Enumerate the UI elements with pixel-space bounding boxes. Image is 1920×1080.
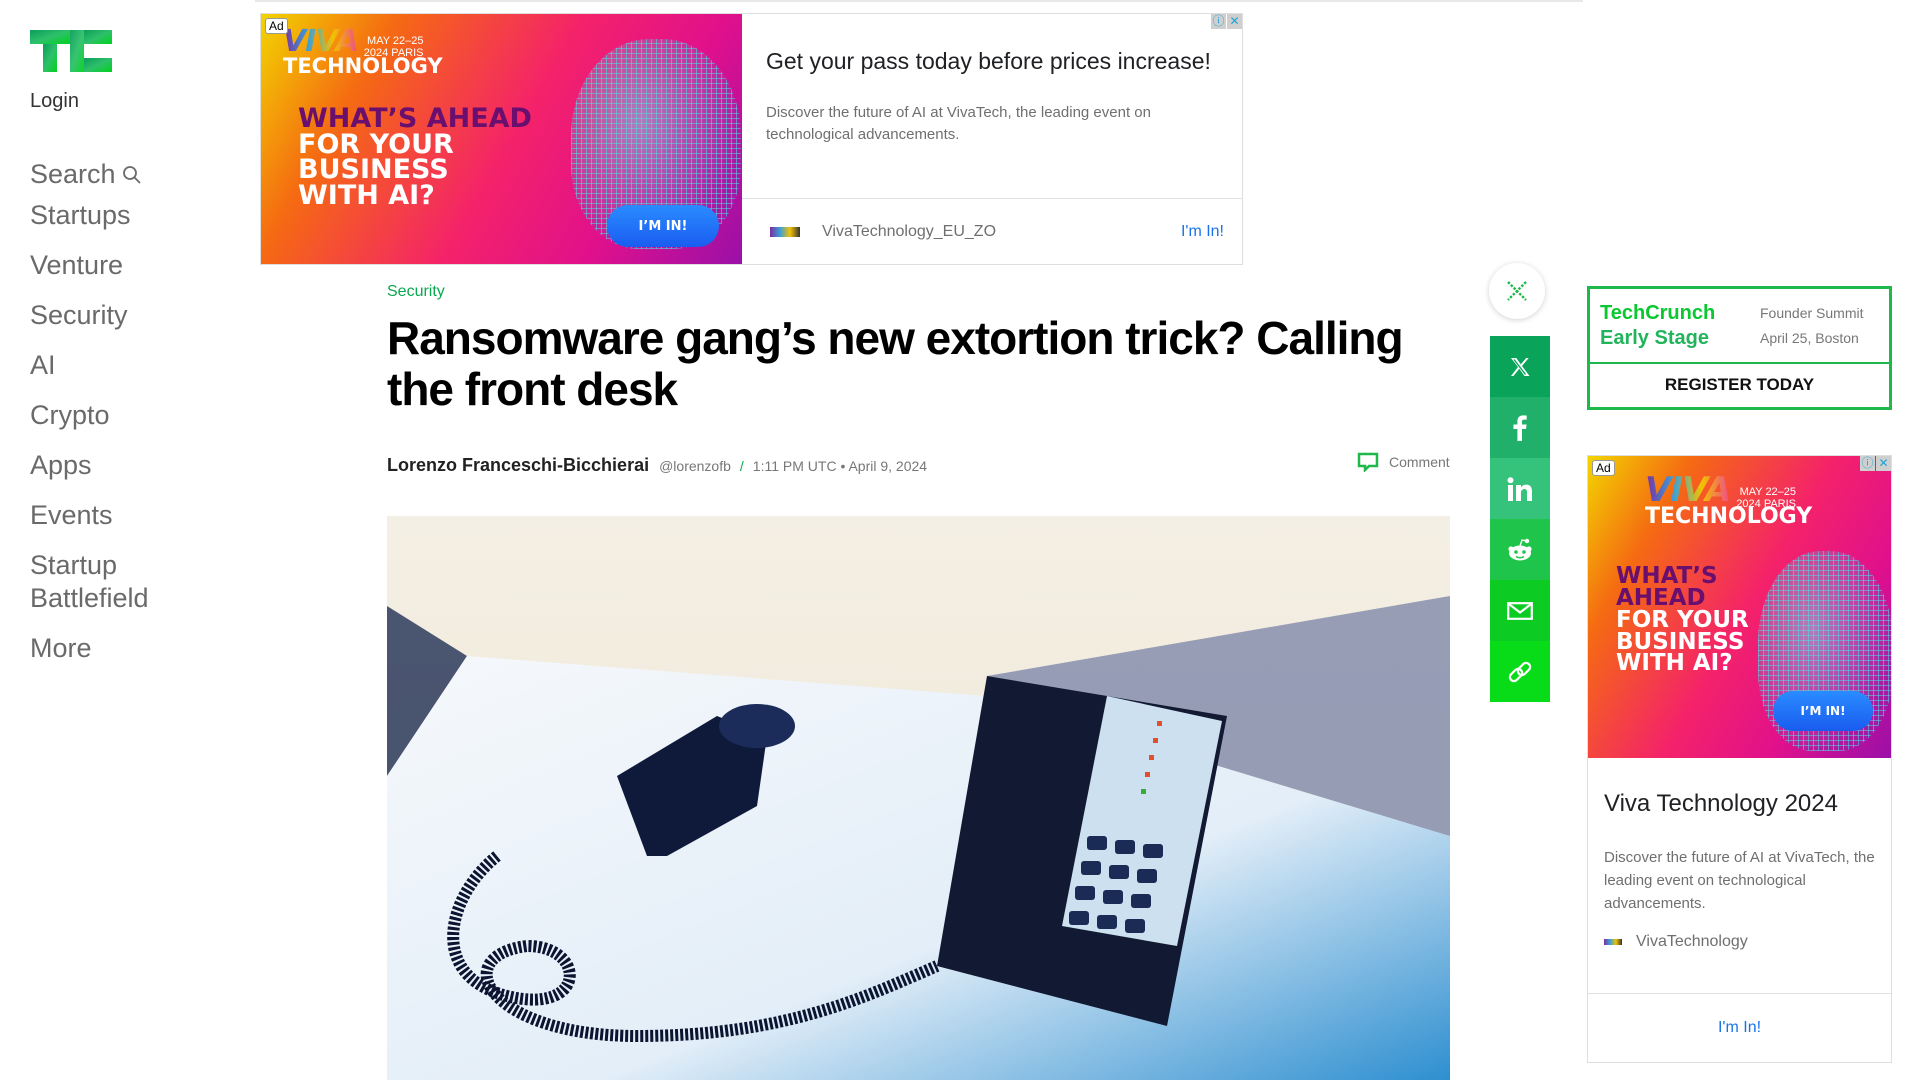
side-ad[interactable]: Ad ⓘ ✕ VIVA MAY 22–25 2024 PARIS TECHNOL…	[1587, 455, 1892, 1063]
ad-creative-headline: WHAT’S AHEAD FOR YOUR BUSINESS WITH AI?	[1616, 565, 1749, 677]
event-name-line: Early Stage	[1600, 327, 1709, 349]
ad-title[interactable]: Viva Technology 2024	[1604, 790, 1875, 818]
share-bar	[1490, 336, 1550, 702]
advertiser-logo	[770, 226, 800, 237]
sidebar-item-more[interactable]: More	[30, 632, 149, 665]
adchoices: ⓘ ✕	[1859, 456, 1891, 471]
viva-dates-line: MAY 22–25	[367, 35, 424, 47]
ad-advertiser-name: VivaTechnology_EU_ZO	[822, 222, 997, 240]
linkedin-icon	[1507, 476, 1532, 501]
techcrunch-logo[interactable]	[30, 30, 112, 72]
sidebar-item-apps[interactable]: Apps	[30, 449, 149, 482]
comment-button[interactable]: Comment	[1357, 452, 1450, 472]
author-handle[interactable]: @lorenzofb	[659, 458, 731, 474]
article-category[interactable]: Security	[387, 283, 445, 301]
ad-creative-cta-button[interactable]: I’M IN!	[607, 205, 719, 247]
reddit-icon	[1508, 538, 1532, 560]
ad-title[interactable]: Get your pass today before prices increa…	[766, 44, 1218, 78]
share-email-button[interactable]	[1490, 580, 1550, 641]
comment-label: Comment	[1389, 454, 1450, 470]
ad-info-icon[interactable]: ⓘ	[1860, 456, 1875, 471]
adchoices: ⓘ ✕	[1210, 14, 1242, 29]
sidebar-item-label: Startup	[30, 550, 118, 580]
share-x-button[interactable]	[1490, 336, 1550, 397]
article-timestamp: 1:11 PM UTC • April 9, 2024	[752, 458, 928, 474]
author-link[interactable]: Lorenzo Franceschi-Bicchierai	[387, 455, 649, 476]
mail-icon	[1507, 601, 1533, 620]
event-date-location: April 25, Boston	[1760, 330, 1859, 346]
sidebar-item-label: Battlefield	[30, 583, 149, 613]
sidebar-item-startups[interactable]: Startups	[30, 199, 149, 232]
close-icon	[1507, 281, 1527, 301]
link-icon	[1508, 661, 1532, 682]
article-hero-image	[387, 516, 1450, 1080]
share-copy-link-button[interactable]	[1490, 641, 1550, 702]
sidebar-item-events[interactable]: Events	[30, 499, 149, 532]
ad-footer: I'm In!	[1588, 994, 1891, 1062]
ad-advertiser-row: VivaTechnology	[1604, 933, 1875, 951]
top-divider	[255, 0, 1583, 2]
ad-body: Viva Technology 2024 Discover the future…	[1588, 758, 1891, 994]
sidebar-search-label: Search	[30, 159, 116, 189]
byline-separator: /	[739, 458, 744, 474]
sidebar-search[interactable]: Search	[30, 158, 149, 191]
desk-phone-illustration	[387, 516, 1450, 1080]
ad-close-icon[interactable]: ✕	[1876, 456, 1891, 471]
viva-dates-line: MAY 22–25	[1739, 486, 1797, 498]
top-ad[interactable]: Ad VIVA MAY 22–25 2024 PARIS TECHNOLOGY …	[260, 13, 1243, 265]
sidebar-item-crypto[interactable]: Crypto	[30, 399, 149, 432]
ad-headline-line: WHAT’S AHEAD	[298, 103, 532, 134]
event-promo[interactable]: TechCrunch Early Stage Founder Summit Ap…	[1587, 286, 1892, 410]
search-icon	[122, 165, 141, 184]
viva-technology-word: TECHNOLOGY	[1645, 504, 1813, 529]
ad-creative-headline: WHAT’S AHEAD FOR YOUR BUSINESS WITH AI?	[298, 103, 532, 211]
register-today-button[interactable]: REGISTER TODAY	[1590, 364, 1889, 405]
ad-advertiser-name: VivaTechnology	[1636, 933, 1748, 950]
ad-headline-line: WITH AI?	[1616, 650, 1733, 677]
event-promo-info: TechCrunch Early Stage Founder Summit Ap…	[1590, 289, 1889, 364]
ad-creative-image[interactable]: Ad ⓘ ✕ VIVA MAY 22–25 2024 PARIS TECHNOL…	[1588, 456, 1891, 758]
ad-badge: Ad	[1592, 460, 1615, 476]
ad-description: Discover the future of AI at VivaTech, t…	[1604, 849, 1875, 912]
sidebar-item-ai[interactable]: AI	[30, 349, 149, 382]
ad-cta-link[interactable]: I'm In!	[1181, 223, 1224, 241]
viva-technology-word: TECHNOLOGY	[283, 54, 443, 78]
ad-footer: VivaTechnology_EU_ZO I'm In!	[742, 199, 1242, 264]
event-name-line: TechCrunch	[1600, 302, 1716, 324]
sidebar-item-security[interactable]: Security	[30, 299, 149, 332]
ad-body: Get your pass today before prices increa…	[742, 14, 1242, 199]
share-facebook-button[interactable]	[1490, 397, 1550, 458]
ad-info-icon[interactable]: ⓘ	[1211, 14, 1226, 29]
share-linkedin-button[interactable]	[1490, 458, 1550, 519]
sidebar-item-venture[interactable]: Venture	[30, 249, 149, 282]
share-close-button[interactable]	[1489, 263, 1545, 319]
sidebar-item-startup-battlefield[interactable]: Startup Battlefield	[30, 549, 149, 615]
ad-description: Discover the future of AI at VivaTech, t…	[766, 104, 1151, 143]
ad-creative-cta-button[interactable]: I’M IN!	[1773, 691, 1873, 731]
article-title: Ransomware gang’s new extortion trick? C…	[387, 312, 1404, 415]
ad-text-panel: ⓘ ✕ Get your pass today before prices in…	[742, 14, 1242, 264]
advertiser-logo	[1604, 939, 1622, 945]
ad-headline-line: WITH AI?	[298, 179, 435, 211]
comment-icon	[1357, 452, 1379, 472]
event-details: Founder Summit April 25, Boston	[1760, 301, 1863, 362]
ad-creative-image[interactable]: Ad VIVA MAY 22–25 2024 PARIS TECHNOLOGY …	[261, 14, 742, 264]
ad-cta-link[interactable]: I'm In!	[1718, 1019, 1761, 1037]
login-link[interactable]: Login	[30, 90, 79, 113]
ad-close-icon[interactable]: ✕	[1227, 14, 1242, 29]
event-name: TechCrunch Early Stage	[1600, 301, 1760, 362]
ad-badge: Ad	[265, 18, 288, 34]
x-logo-icon	[1511, 357, 1530, 376]
facebook-icon	[1513, 414, 1527, 441]
share-reddit-button[interactable]	[1490, 519, 1550, 580]
event-subtitle: Founder Summit	[1760, 305, 1864, 321]
sidebar-nav: Search Startups Venture Security AI Cryp…	[30, 158, 149, 682]
article-byline: Lorenzo Franceschi-Bicchierai @lorenzofb…	[387, 455, 927, 476]
